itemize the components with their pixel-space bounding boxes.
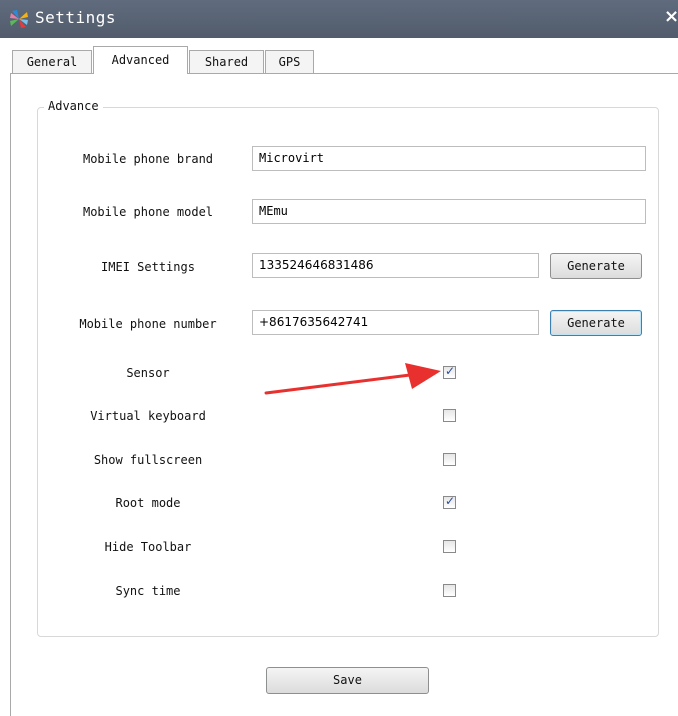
- window-title: Settings: [35, 8, 117, 27]
- group-title: Advance: [44, 99, 103, 113]
- window-titlebar: Settings ×: [0, 0, 678, 38]
- brand-field[interactable]: Microvirt: [252, 146, 646, 171]
- tab-shared[interactable]: Shared: [189, 50, 264, 73]
- root-mode-label: Root mode: [115, 496, 181, 510]
- red-arrow-annotation: [264, 363, 441, 395]
- sync-time-checkbox[interactable]: [443, 584, 456, 597]
- hide-toolbar-checkbox[interactable]: [443, 540, 456, 553]
- model-field[interactable]: MEmu: [252, 199, 646, 224]
- show-fullscreen-checkbox[interactable]: [443, 453, 456, 466]
- check-icon: ✓: [445, 494, 456, 508]
- tab-advanced[interactable]: Advanced: [93, 46, 188, 74]
- sync-time-label: Sync time: [115, 584, 181, 598]
- close-icon[interactable]: ×: [664, 6, 678, 27]
- phone-field[interactable]: +8617635642741: [252, 310, 539, 335]
- app-icon: [10, 10, 28, 28]
- imei-field[interactable]: 133524646831486: [252, 253, 539, 278]
- generate-phone-button[interactable]: Generate: [550, 310, 642, 336]
- imei-label: IMEI Settings: [101, 260, 195, 274]
- hide-toolbar-label: Hide Toolbar: [104, 540, 192, 554]
- check-icon: ✓: [445, 364, 456, 378]
- panel-border: [10, 73, 11, 716]
- model-label: Mobile phone model: [82, 205, 214, 219]
- virtual-keyboard-label: Virtual keyboard: [90, 409, 206, 423]
- show-fullscreen-label: Show fullscreen: [93, 453, 203, 467]
- brand-label: Mobile phone brand: [82, 152, 214, 166]
- root-mode-checkbox[interactable]: ✓: [443, 494, 456, 509]
- tab-general[interactable]: General: [12, 50, 92, 73]
- phone-label: Mobile phone number: [79, 317, 217, 331]
- save-button[interactable]: Save: [266, 667, 429, 694]
- tab-gps[interactable]: GPS: [265, 50, 314, 73]
- sensor-label: Sensor: [126, 366, 170, 380]
- generate-imei-button[interactable]: Generate: [550, 253, 642, 279]
- virtual-keyboard-checkbox[interactable]: [443, 409, 456, 422]
